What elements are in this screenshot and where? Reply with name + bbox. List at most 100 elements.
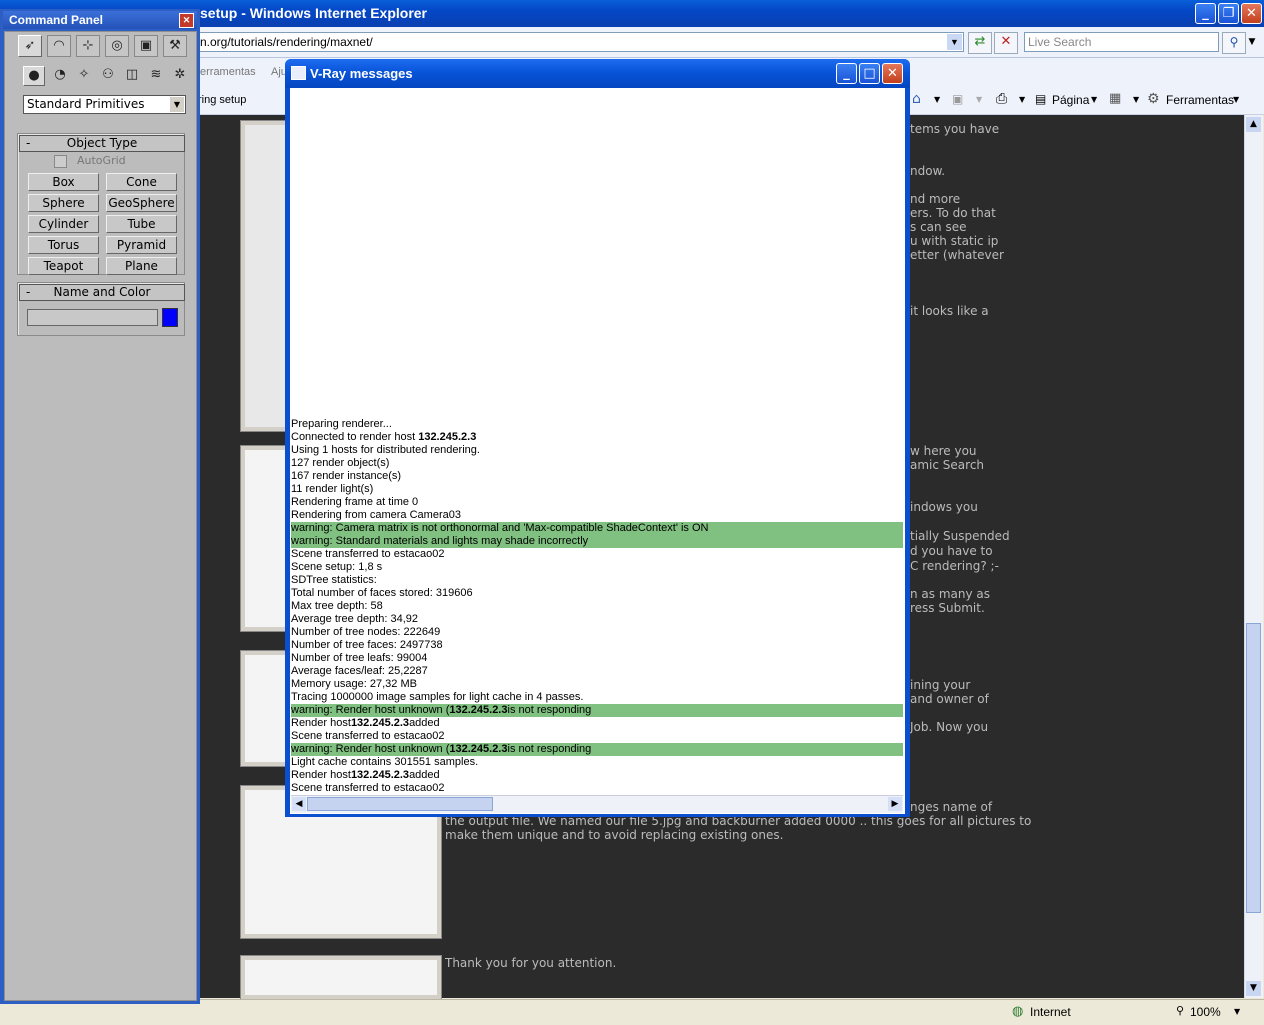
systems-icon[interactable]: ✲ <box>169 66 191 86</box>
log-line: Using 1 hosts for distributed rendering. <box>291 444 903 457</box>
command-panel-title-bar[interactable]: Command Panel ✕ <box>3 11 197 29</box>
home-dropdown-icon[interactable]: ▼ <box>934 95 940 104</box>
zoom-icon[interactable]: ⚲ <box>1176 1004 1184 1017</box>
hscroll-thumb[interactable] <box>307 797 493 811</box>
modify-tab-icon[interactable]: ◠ <box>47 35 71 57</box>
shapes-icon[interactable]: ◔ <box>49 66 71 86</box>
restore-button[interactable]: ❐ <box>1218 3 1239 24</box>
page-paragraph: make them unique and to avoid replacing … <box>445 828 784 842</box>
window-icon <box>291 66 306 80</box>
vray-log[interactable]: Preparing renderer... Connected to render… <box>290 88 905 814</box>
menu-item-ferramentas[interactable]: erramentas <box>200 66 256 78</box>
tube-button[interactable]: Tube <box>106 215 177 233</box>
log-text: Scene transferred to estacao02 <box>291 730 445 742</box>
research-icon[interactable]: ▦ <box>1109 91 1121 106</box>
feeds-icon[interactable]: ▣ <box>952 92 963 106</box>
motion-tab-icon[interactable]: ◎ <box>105 35 129 57</box>
address-text: n.org/tutorials/rendering/maxnet/ <box>200 35 373 49</box>
vray-title-bar[interactable]: V-Ray messages _ □ ✕ <box>285 59 910 88</box>
display-tab-icon[interactable]: ▣ <box>134 35 158 57</box>
minimize-button[interactable]: _ <box>1195 3 1216 24</box>
command-panel: Command Panel ✕ ➶ ◠ ⊹ ◎ ▣ ⚒ ● ◔ ✧ ⚇ ◫ ≋ … <box>0 9 200 1004</box>
cylinder-button[interactable]: Cylinder <box>28 215 99 233</box>
research-dropdown-icon[interactable]: ▼ <box>1133 95 1139 104</box>
hierarchy-tab-icon[interactable]: ⊹ <box>76 35 100 57</box>
page-text-line: Job. Now you <box>910 720 989 734</box>
search-input[interactable]: Live Search <box>1024 32 1219 52</box>
log-text: Rendering frame at time 0 <box>291 496 419 508</box>
page-menu[interactable]: Página <box>1052 93 1089 107</box>
object-color-swatch[interactable] <box>162 308 178 327</box>
autogrid-label: AutoGrid <box>77 154 126 167</box>
vray-title: V-Ray messages <box>310 66 413 81</box>
close-icon[interactable]: ✕ <box>179 13 194 28</box>
feeds-dropdown-icon[interactable]: ▼ <box>976 95 982 104</box>
scroll-left-icon[interactable]: ◀ <box>292 797 306 811</box>
tab-label[interactable]: ring setup <box>198 94 246 106</box>
torus-button[interactable]: Torus <box>28 236 99 254</box>
autogrid-checkbox[interactable] <box>54 155 67 168</box>
name-color-rollout[interactable]: - Name and Color <box>19 284 185 301</box>
scroll-right-icon[interactable]: ▶ <box>888 797 902 811</box>
primitive-type-dropdown[interactable]: Standard Primitives ▼ <box>23 95 186 114</box>
tools-dropdown-icon[interactable]: ▼ <box>1233 95 1239 104</box>
print-dropdown-icon[interactable]: ▼ <box>1019 95 1025 104</box>
sphere-button[interactable]: Sphere <box>28 194 99 212</box>
log-warning-line: warning: Standard materials and lights m… <box>291 535 903 548</box>
object-type-rollout[interactable]: - Object Type <box>19 135 185 152</box>
log-text: Connected to render host <box>291 431 419 443</box>
tools-menu[interactable]: Ferramentas <box>1166 93 1234 107</box>
vray-minimize-button[interactable]: _ <box>836 63 857 84</box>
scroll-up-icon[interactable]: ▲ <box>1246 117 1261 132</box>
scroll-down-icon[interactable]: ▼ <box>1246 981 1261 996</box>
page-dropdown-icon[interactable]: ▼ <box>1091 95 1097 104</box>
object-name-input[interactable] <box>27 309 158 326</box>
log-line: Light cache contains 301551 samples. <box>291 756 903 769</box>
search-icon[interactable]: ⚲ <box>1222 32 1246 54</box>
chevron-down-icon[interactable]: ▼ <box>170 97 184 112</box>
lights-icon[interactable]: ✧ <box>73 66 95 86</box>
command-panel-body: ➶ ◠ ⊹ ◎ ▣ ⚒ ● ◔ ✧ ⚇ ◫ ≋ ✲ Standard Primi… <box>4 31 197 1001</box>
helpers-icon[interactable]: ◫ <box>121 66 143 86</box>
geometry-icon[interactable]: ● <box>23 66 45 86</box>
create-tab-icon[interactable]: ➶ <box>18 35 42 57</box>
page-scrollbar[interactable]: ▲ ▼ <box>1244 115 1263 998</box>
close-button[interactable]: ✕ <box>1241 3 1262 24</box>
box-button[interactable]: Box <box>28 173 99 191</box>
zoom-dropdown-icon[interactable]: ▼ <box>1234 1007 1240 1016</box>
refresh-icon[interactable]: ⇄ <box>968 32 992 54</box>
page-text-line: tems you have <box>910 122 1000 136</box>
log-line: Preparing renderer... <box>291 418 903 431</box>
log-line: Number of tree leafs: 99004 <box>291 652 903 665</box>
scroll-thumb[interactable] <box>1246 623 1261 913</box>
collapse-icon: - <box>26 285 31 299</box>
log-text: Max tree depth: 58 <box>291 600 383 612</box>
cone-button[interactable]: Cone <box>106 173 177 191</box>
collapse-icon: - <box>26 136 31 150</box>
pyramid-button[interactable]: Pyramid <box>106 236 177 254</box>
teapot-button[interactable]: Teapot <box>28 257 99 275</box>
cameras-icon[interactable]: ⚇ <box>97 66 119 86</box>
stop-icon[interactable]: ✕ <box>994 32 1018 54</box>
chevron-down-icon[interactable]: ▼ <box>947 34 962 50</box>
log-text: Render host <box>291 769 351 781</box>
log-line: Render host132.245.2.3added <box>291 717 903 730</box>
plane-button[interactable]: Plane <box>106 257 177 275</box>
page-text-line: ndow. <box>910 164 946 178</box>
home-icon[interactable]: ⌂ <box>912 91 921 107</box>
utilities-tab-icon[interactable]: ⚒ <box>163 35 187 57</box>
page-text-line: amic Search <box>910 458 985 472</box>
zoom-level[interactable]: 100% <box>1190 1005 1221 1019</box>
log-text: Scene setup: 1,8 s <box>291 561 383 573</box>
spacewarps-icon[interactable]: ≋ <box>145 66 167 86</box>
vray-hscrollbar[interactable]: ◀ ▶ <box>291 795 903 813</box>
log-line: Average tree depth: 34,92 <box>291 613 903 626</box>
print-icon[interactable]: ⎙ <box>996 91 1007 107</box>
log-line: Number of tree faces: 2497738 <box>291 639 903 652</box>
address-field[interactable]: n.org/tutorials/rendering/maxnet/ ▼ <box>196 32 964 52</box>
vray-maximize-button[interactable]: □ <box>859 63 880 84</box>
vray-close-button[interactable]: ✕ <box>882 63 903 84</box>
log-line: 127 render object(s) <box>291 457 903 470</box>
geosphere-button[interactable]: GeoSphere <box>106 194 177 212</box>
search-options-icon[interactable]: ▼ <box>1245 32 1259 52</box>
